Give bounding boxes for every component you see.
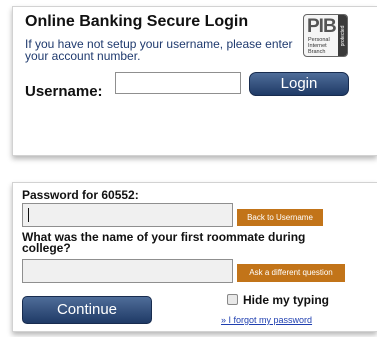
back-to-username-button[interactable]: Back to Username [237, 209, 323, 226]
pib-logo-side-text: protected [339, 25, 346, 46]
pib-logo-letters: PIB [307, 16, 337, 37]
security-answer-input[interactable] [22, 259, 233, 283]
password-input[interactable] [22, 203, 233, 227]
continue-button[interactable]: Continue [22, 296, 152, 324]
login-title: Online Banking Secure Login [25, 13, 249, 30]
password-label: Password for 60552: [22, 188, 139, 202]
pib-logo-line3: Branch [308, 49, 326, 55]
pib-logo-side: protected [338, 15, 347, 56]
login-button[interactable]: Login [249, 72, 349, 96]
password-panel: Password for 60552: Back to Username Wha… [12, 182, 377, 332]
pib-logo: PIB Personal Internet Branch protected [303, 14, 348, 57]
forgot-password-link[interactable]: » I forgot my password [221, 315, 312, 325]
username-input[interactable] [115, 72, 241, 94]
ask-different-question-button[interactable]: Ask a different question [237, 264, 345, 282]
security-question: What was the name of your first roommate… [22, 230, 306, 255]
login-subtitle: If you have not setup your username, ple… [25, 37, 293, 63]
login-panel: Online Banking Secure Login If you have … [12, 6, 377, 156]
hide-typing-label[interactable]: Hide my typing [243, 293, 329, 307]
pib-logo-words: Personal Internet Branch [308, 37, 330, 55]
hide-typing-checkbox[interactable] [227, 294, 238, 305]
text-caret [28, 208, 29, 222]
username-label: Username: [25, 83, 103, 100]
